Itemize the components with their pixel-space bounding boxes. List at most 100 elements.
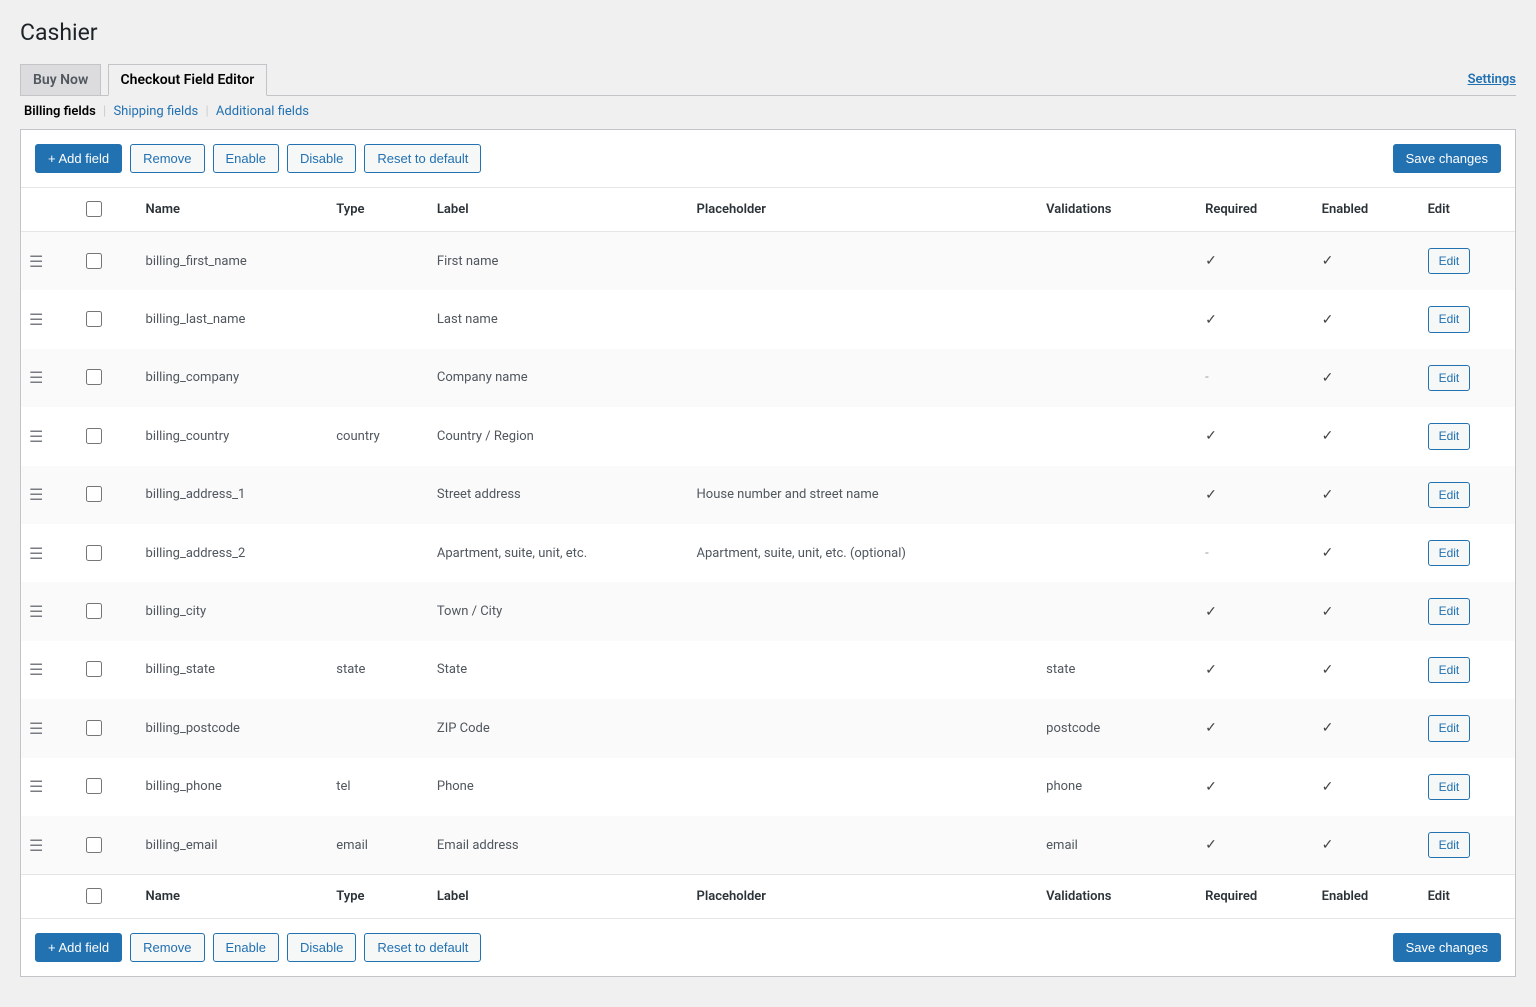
remove-button[interactable]: Remove — [130, 144, 204, 173]
check-icon: ✓ — [1205, 428, 1217, 444]
check-icon: ✓ — [1322, 837, 1334, 853]
cell-type — [328, 524, 429, 582]
cell-enabled: ✓ — [1314, 466, 1420, 524]
enable-button[interactable]: Enable — [213, 933, 279, 962]
cell-placeholder — [689, 349, 1039, 407]
cell-type — [328, 232, 429, 291]
page-title: Cashier — [20, 10, 1516, 50]
row-checkbox[interactable] — [86, 369, 102, 385]
subtab-additional[interactable]: Additional fields — [212, 104, 313, 119]
enable-button[interactable]: Enable — [213, 144, 279, 173]
edit-button[interactable]: Edit — [1428, 715, 1471, 741]
row-checkbox[interactable] — [86, 311, 102, 327]
col-label: Label — [429, 188, 689, 232]
cell-validations: postcode — [1038, 699, 1197, 757]
cell-required: ✓ — [1197, 582, 1314, 640]
row-checkbox[interactable] — [86, 661, 102, 677]
check-icon: ✓ — [1322, 662, 1334, 678]
drag-handle-icon[interactable]: ☰ — [29, 252, 43, 271]
edit-button[interactable]: Edit — [1428, 774, 1471, 800]
settings-link[interactable]: Settings — [1468, 72, 1516, 87]
drag-handle-icon[interactable]: ☰ — [29, 602, 43, 621]
row-checkbox[interactable] — [86, 603, 102, 619]
edit-button[interactable]: Edit — [1428, 482, 1471, 508]
tab-buy-now[interactable]: Buy Now — [20, 64, 101, 95]
edit-button[interactable]: Edit — [1428, 423, 1471, 449]
row-checkbox[interactable] — [86, 837, 102, 853]
edit-button[interactable]: Edit — [1428, 832, 1471, 858]
edit-button[interactable]: Edit — [1428, 248, 1471, 274]
add-field-button[interactable]: + Add field — [35, 144, 122, 173]
table-row: ☰billing_emailemailEmail addressemail✓✓E… — [21, 816, 1515, 875]
cell-placeholder — [689, 232, 1039, 291]
edit-button[interactable]: Edit — [1428, 306, 1471, 332]
dash-icon: - — [1205, 370, 1209, 385]
save-changes-button[interactable]: Save changes — [1393, 933, 1501, 962]
cell-validations — [1038, 466, 1197, 524]
subtab-billing[interactable]: Billing fields — [20, 104, 100, 119]
cell-validations — [1038, 290, 1197, 348]
cell-required: ✓ — [1197, 641, 1314, 699]
remove-button[interactable]: Remove — [130, 933, 204, 962]
drag-handle-icon[interactable]: ☰ — [29, 719, 43, 738]
check-icon: ✓ — [1205, 720, 1217, 736]
cell-required: ✓ — [1197, 232, 1314, 291]
drag-handle-icon[interactable]: ☰ — [29, 836, 43, 855]
add-field-button[interactable]: + Add field — [35, 933, 122, 962]
select-all-top[interactable] — [86, 201, 102, 217]
cell-placeholder — [689, 407, 1039, 465]
row-checkbox[interactable] — [86, 778, 102, 794]
cell-type — [328, 582, 429, 640]
row-checkbox[interactable] — [86, 253, 102, 269]
cell-required: ✓ — [1197, 758, 1314, 816]
cell-type — [328, 290, 429, 348]
cell-label: Company name — [429, 349, 689, 407]
drag-handle-icon[interactable]: ☰ — [29, 660, 43, 679]
tab-checkout-field-editor[interactable]: Checkout Field Editor — [108, 64, 268, 96]
drag-handle-icon[interactable]: ☰ — [29, 427, 43, 446]
edit-button[interactable]: Edit — [1428, 598, 1471, 624]
edit-button[interactable]: Edit — [1428, 657, 1471, 683]
subtab-shipping[interactable]: Shipping fields — [109, 104, 202, 119]
drag-handle-icon[interactable]: ☰ — [29, 310, 43, 329]
cell-type: email — [328, 816, 429, 875]
fields-table: Name Type Label Placeholder Validations … — [21, 187, 1515, 919]
edit-button[interactable]: Edit — [1428, 540, 1471, 566]
col-type: Type — [328, 875, 429, 919]
check-icon: ✓ — [1322, 604, 1334, 620]
col-type: Type — [328, 188, 429, 232]
cell-name: billing_state — [138, 641, 329, 699]
drag-handle-icon[interactable]: ☰ — [29, 777, 43, 796]
drag-handle-icon[interactable]: ☰ — [29, 544, 43, 563]
cell-validations — [1038, 582, 1197, 640]
cell-type: country — [328, 407, 429, 465]
reset-button[interactable]: Reset to default — [364, 144, 481, 173]
disable-button[interactable]: Disable — [287, 144, 356, 173]
reset-button[interactable]: Reset to default — [364, 933, 481, 962]
cell-name: billing_first_name — [138, 232, 329, 291]
cell-label: State — [429, 641, 689, 699]
row-checkbox[interactable] — [86, 545, 102, 561]
cell-label: Street address — [429, 466, 689, 524]
drag-handle-icon[interactable]: ☰ — [29, 368, 43, 387]
cell-placeholder: House number and street name — [689, 466, 1039, 524]
cell-validations — [1038, 232, 1197, 291]
row-checkbox[interactable] — [86, 428, 102, 444]
select-all-bottom[interactable] — [86, 888, 102, 904]
cell-required: ✓ — [1197, 290, 1314, 348]
col-edit: Edit — [1420, 875, 1515, 919]
cell-placeholder — [689, 758, 1039, 816]
cell-label: First name — [429, 232, 689, 291]
cell-required: - — [1197, 524, 1314, 582]
sub-tabs: Billing fields | Shipping fields | Addit… — [20, 104, 1516, 119]
check-icon: ✓ — [1322, 312, 1334, 328]
row-checkbox[interactable] — [86, 720, 102, 736]
col-name: Name — [138, 875, 329, 919]
save-changes-button[interactable]: Save changes — [1393, 144, 1501, 173]
edit-button[interactable]: Edit — [1428, 365, 1471, 391]
field-editor-panel: + Add field Remove Enable Disable Reset … — [20, 129, 1516, 977]
row-checkbox[interactable] — [86, 486, 102, 502]
drag-handle-icon[interactable]: ☰ — [29, 485, 43, 504]
toolbar-top: + Add field Remove Enable Disable Reset … — [21, 130, 1515, 187]
disable-button[interactable]: Disable — [287, 933, 356, 962]
